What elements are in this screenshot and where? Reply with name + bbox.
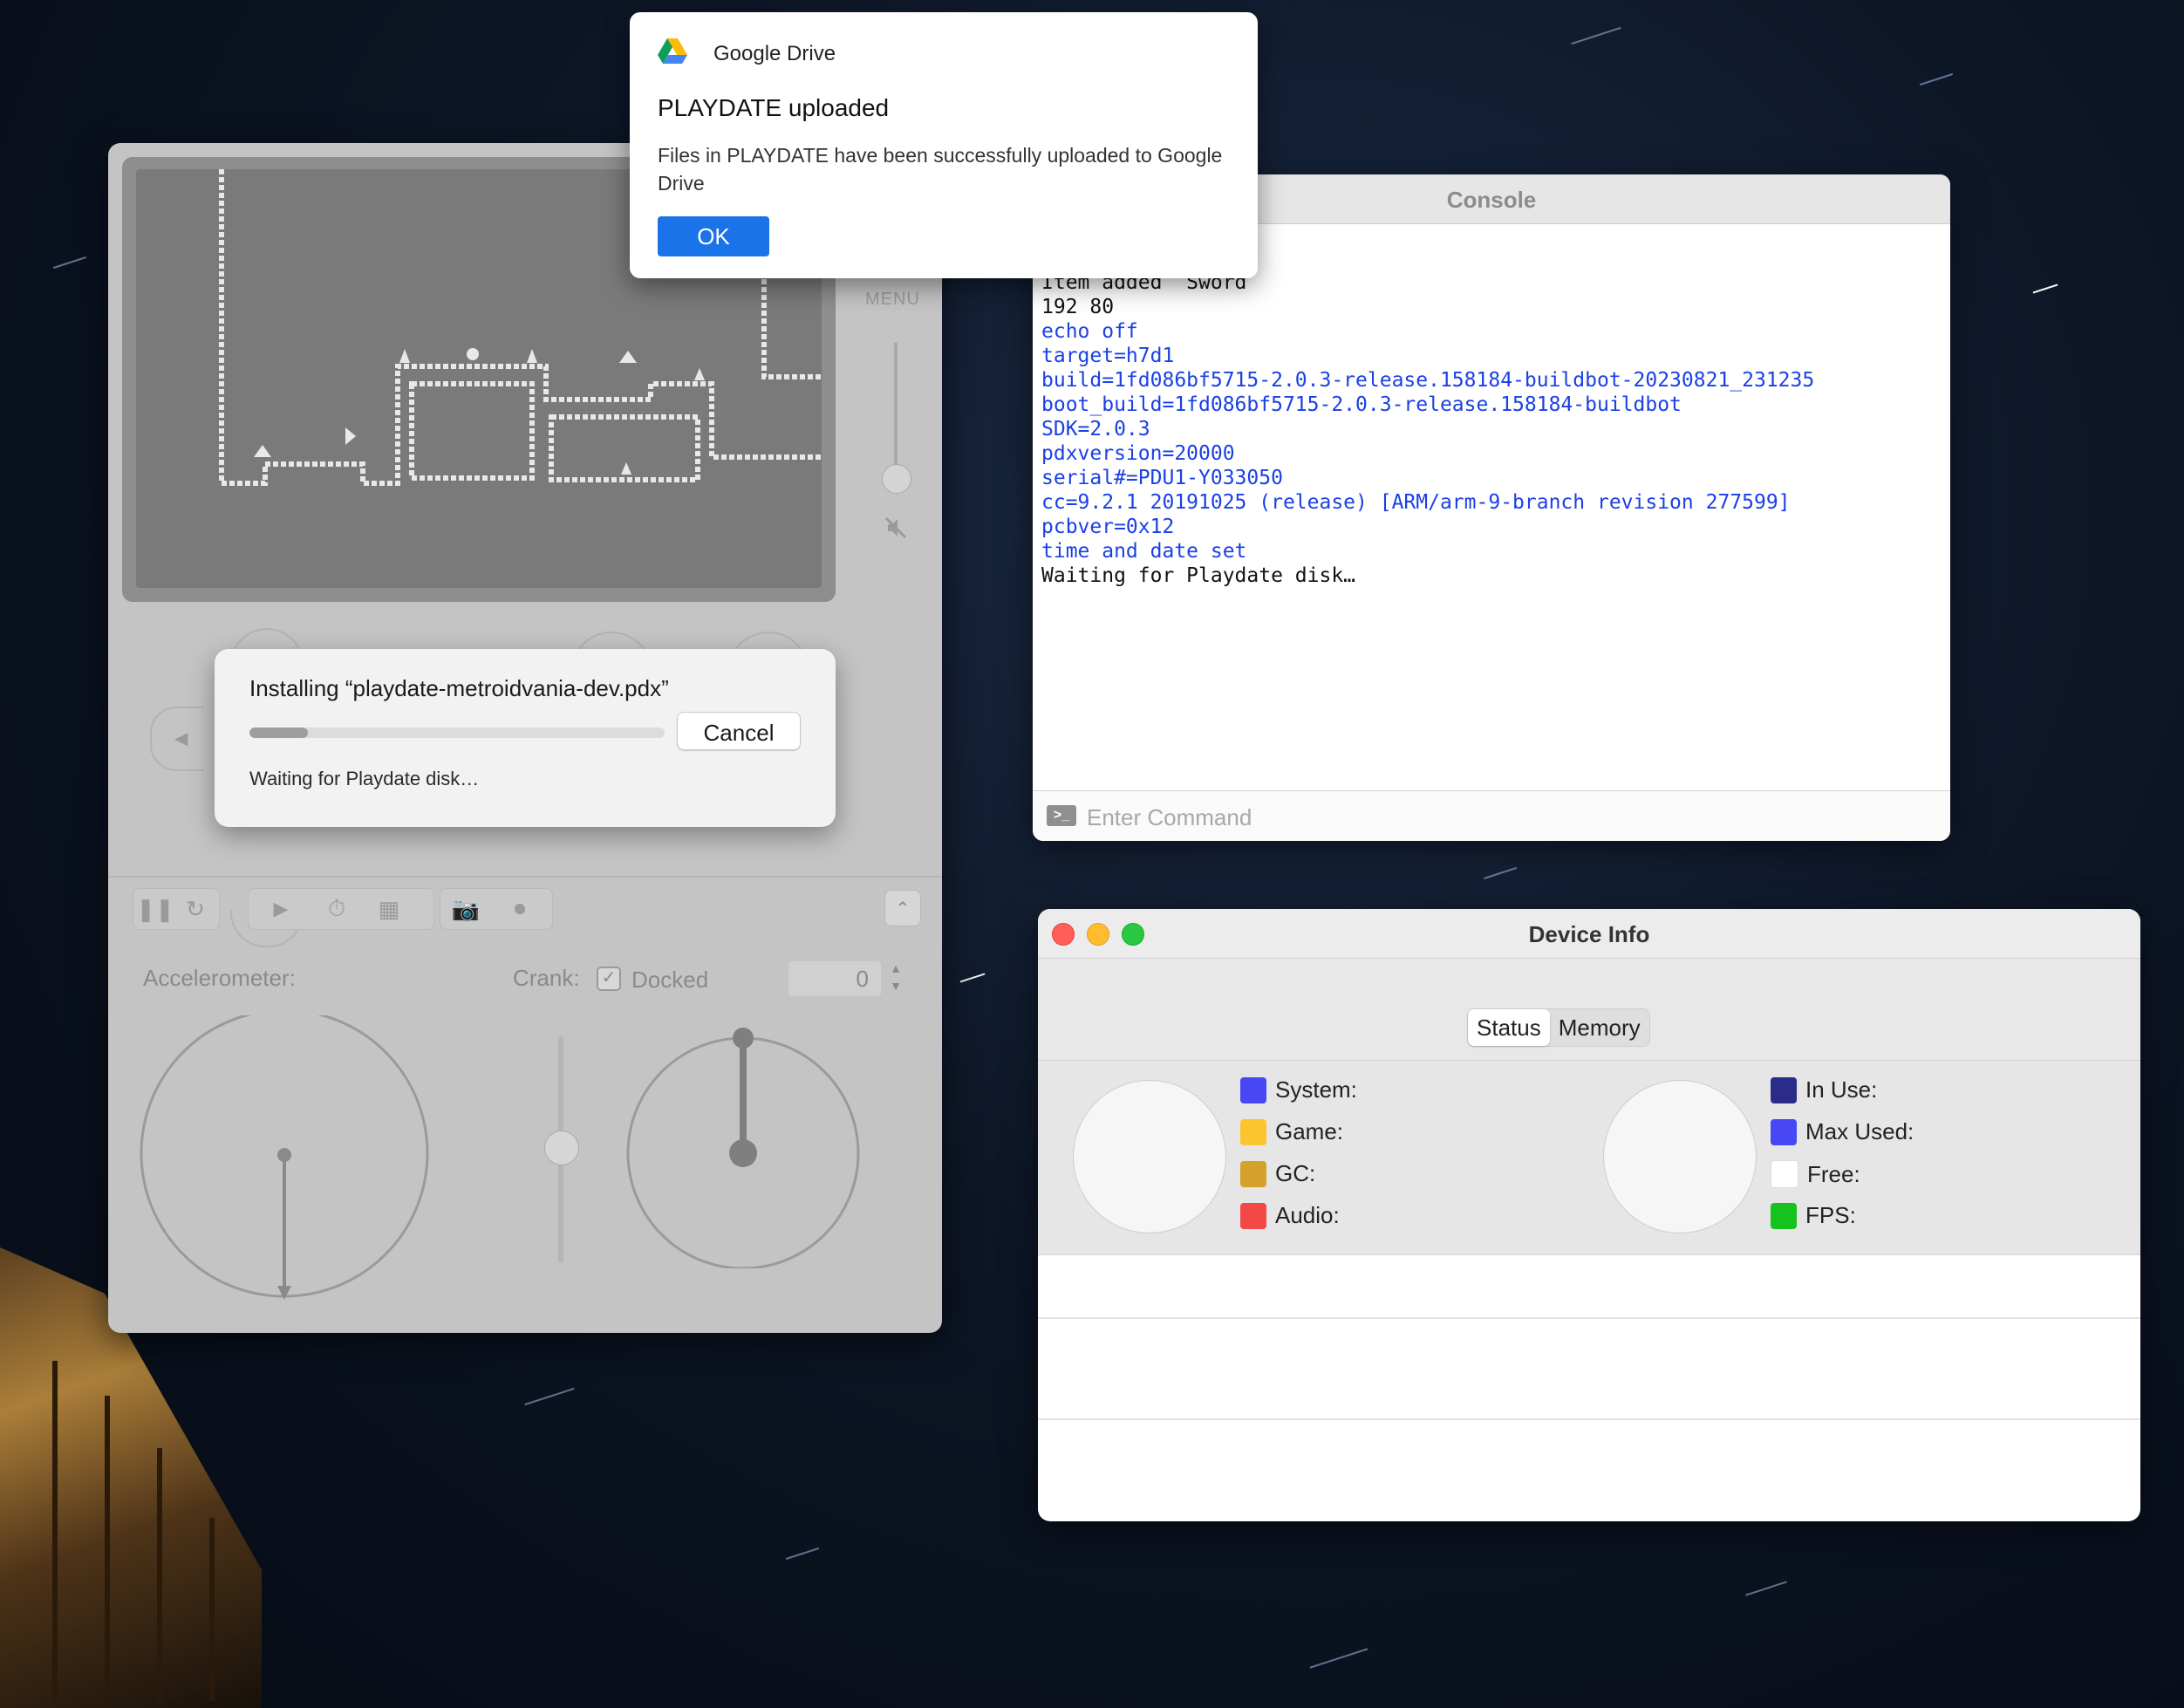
video-capture-icon[interactable]: ⏺ <box>502 892 537 926</box>
google-drive-icon <box>658 38 687 64</box>
cpu-pie-chart <box>1073 1080 1226 1233</box>
notification-title: PLAYDATE uploaded <box>658 94 890 121</box>
menu-button-label[interactable]: MENU <box>865 290 920 310</box>
legend-system-label: System: <box>1275 1076 1357 1103</box>
memory-pie-chart <box>1603 1080 1757 1233</box>
tab-memory[interactable]: Memory <box>1550 1009 1649 1046</box>
legend-free: Free: <box>1771 1160 1860 1188</box>
crank-speed-knob[interactable] <box>544 1131 579 1165</box>
install-dialog: Installing “playdate-metroidvania-dev.pd… <box>215 649 836 827</box>
docked-label: Docked <box>631 967 709 993</box>
memory-chip-icon[interactable]: ▦ <box>372 892 406 926</box>
install-progress-fill <box>249 728 308 738</box>
console-log-line: pcbver=0x12 <box>1041 516 1175 538</box>
console-log-line: time and date set <box>1041 540 1247 563</box>
legend-max-used-label: Max Used: <box>1805 1118 1914 1144</box>
command-input[interactable] <box>1085 798 1926 837</box>
install-status-text: Waiting for Playdate disk… <box>249 768 480 789</box>
legend-game-swatch <box>1240 1118 1266 1145</box>
legend-gc-label: GC: <box>1275 1160 1316 1186</box>
notification-app-name: Google Drive <box>713 42 836 65</box>
graph-divider-1 <box>1038 1317 2140 1319</box>
restart-icon[interactable]: ↻ <box>178 892 213 926</box>
console-log-line: build=1fd086bf5715-2.0.3-release.158184-… <box>1041 369 1815 392</box>
legend-audio-swatch <box>1240 1202 1266 1229</box>
ok-button[interactable]: OK <box>658 216 769 256</box>
tab-status[interactable]: Status <box>1468 1009 1550 1046</box>
console-log: Item added Sword 192 80 echo off target=h7d… <box>1041 270 1940 588</box>
crank-label: Crank: <box>513 965 580 991</box>
accelerometer-label: Accelerometer: <box>143 965 296 991</box>
device-info-titlebar[interactable]: Device Info <box>1038 909 2140 959</box>
volume-slider-track[interactable] <box>894 342 897 482</box>
legend-in-use-label: In Use: <box>1805 1076 1878 1103</box>
legend-fps-label: FPS: <box>1805 1202 1856 1228</box>
console-icon[interactable]: ▶ <box>263 892 298 926</box>
console-log-line: pdxversion=20000 <box>1041 442 1235 465</box>
crank-stepper[interactable]: ▲ ▼ <box>884 960 907 998</box>
legend-max-used: Max Used: <box>1771 1118 1914 1145</box>
legend-fps-swatch <box>1771 1202 1797 1229</box>
legend-in-use-swatch <box>1771 1076 1797 1103</box>
legend-system-swatch <box>1240 1076 1266 1103</box>
console-log-line: SDK=2.0.3 <box>1041 418 1150 441</box>
console-log-line: boot_build=1fd086bf5715-2.0.3-release.15… <box>1041 393 1682 416</box>
camera-icon[interactable]: 📷 <box>448 892 483 926</box>
legend-gc: GC: <box>1240 1160 1315 1187</box>
chevron-up-icon[interactable]: ⌃ <box>884 890 921 926</box>
notification-body: Files in PLAYDATE have been successfully… <box>658 144 1223 195</box>
legend-free-swatch <box>1771 1160 1798 1188</box>
console-log-line: serial#=PDU1-Y033050 <box>1041 467 1283 489</box>
legend-game: Game: <box>1240 1118 1343 1145</box>
console-log-line: 192 80 <box>1041 296 1115 318</box>
legend-audio-label: Audio: <box>1275 1202 1340 1228</box>
legend-max-used-swatch <box>1771 1118 1797 1145</box>
cancel-button[interactable]: Cancel <box>677 712 801 750</box>
device-info-window: Device Info Status Memory System: Game: … <box>1038 909 2140 1521</box>
google-drive-notification: Google Drive PLAYDATE uploaded Files in … <box>630 12 1258 278</box>
legend-free-label: Free: <box>1807 1160 1860 1187</box>
docked-checkbox[interactable]: ✓ <box>597 967 621 991</box>
console-log-line: target=h7d1 <box>1041 345 1175 367</box>
command-bar: >_ <box>1033 790 1950 841</box>
console-log-line: cc=9.2.1 20191025 (release) [ARM/arm-9-b… <box>1041 491 1791 514</box>
terminal-prompt-icon: >_ <box>1047 805 1076 826</box>
speaker-mute-icon[interactable] <box>881 513 911 543</box>
install-progress-bar <box>249 728 665 738</box>
stopwatch-icon[interactable]: ⏱ <box>319 892 354 926</box>
crank-dial[interactable] <box>626 1024 870 1268</box>
accelerometer-dial[interactable] <box>140 1015 436 1312</box>
legend-game-label: Game: <box>1275 1118 1344 1144</box>
status-memory-segmented-control: Status Memory <box>1467 1008 1650 1047</box>
legend-in-use: In Use: <box>1771 1076 1877 1103</box>
console-log-line: Waiting for Playdate disk… <box>1041 564 1356 587</box>
console-log-line: echo off <box>1041 320 1138 343</box>
crank-angle-field[interactable]: 0 <box>788 961 881 996</box>
simulator-divider <box>108 876 942 878</box>
dpad-left-arrow-icon: ◀ <box>174 729 188 748</box>
install-title: Installing “playdate-metroidvania-dev.pd… <box>249 675 669 701</box>
legend-fps: FPS: <box>1771 1202 1856 1229</box>
volume-slider-knob[interactable] <box>882 464 911 494</box>
legend-gc-swatch <box>1240 1160 1266 1187</box>
status-panel: System: Game: GC: Audio: In Use: Max Use… <box>1038 1061 2140 1255</box>
device-info-title: Device Info <box>1528 921 1650 947</box>
graph-divider-2 <box>1038 1418 2140 1420</box>
pause-icon[interactable]: ❚❚ <box>136 892 174 926</box>
legend-system: System: <box>1240 1076 1357 1103</box>
legend-audio: Audio: <box>1240 1202 1340 1229</box>
